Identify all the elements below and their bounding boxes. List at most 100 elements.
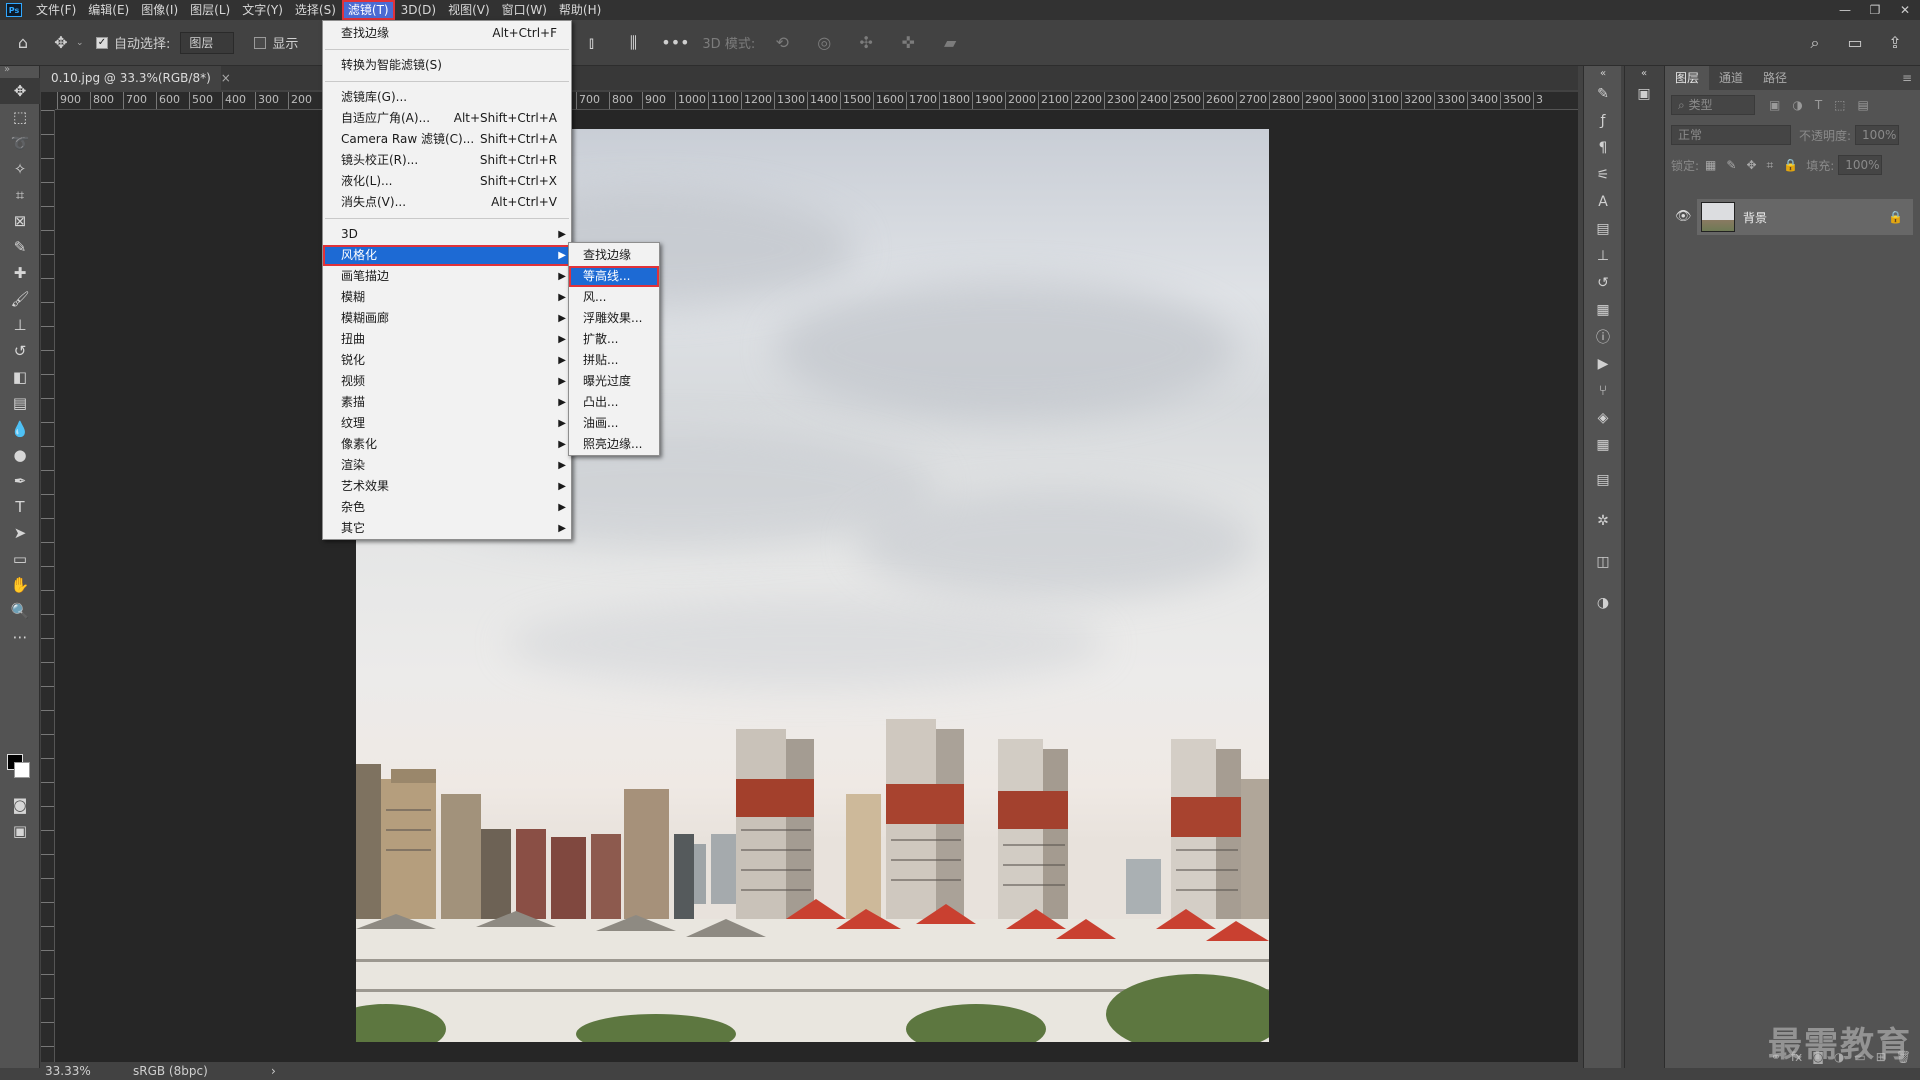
healing-brush-tool-icon[interactable]: ✚: [0, 260, 40, 286]
filter_menu-item[interactable]: 自适应广角(A)... Alt+Shift+Ctrl+A: [323, 108, 571, 129]
filter_menu-item[interactable]: 锐化 ▶: [323, 350, 571, 371]
marquee-tool-icon[interactable]: ⬚: [0, 104, 40, 130]
share-icon[interactable]: ⇪: [1880, 33, 1910, 52]
auto-select-target-dropdown[interactable]: 图层: [180, 31, 235, 54]
layer-comps-icon[interactable]: ▣: [1625, 80, 1663, 107]
zoom-level[interactable]: 33.33%: [41, 1064, 101, 1078]
properties-icon[interactable]: ▤: [1584, 215, 1622, 242]
stylize_menu-item[interactable]: 等高线...: [569, 266, 659, 287]
screen-mode-icon[interactable]: ▣: [0, 818, 40, 844]
brushes-icon[interactable]: ƒ: [1584, 107, 1622, 134]
paragraph-icon[interactable]: ¶: [1584, 134, 1622, 161]
filter_menu-item[interactable]: 视频 ▶: [323, 371, 571, 392]
lock-artboard-icon[interactable]: ⌗: [1767, 158, 1774, 173]
menu-2[interactable]: 图像(I): [135, 0, 184, 20]
filter_menu-item[interactable]: 杂色 ▶: [323, 497, 571, 518]
align-bottom-icon[interactable]: ⫾: [576, 33, 606, 53]
filter_menu-item[interactable]: 模糊 ▶: [323, 287, 571, 308]
filter_menu-item[interactable]: 查找边缘 Alt+Ctrl+F: [323, 23, 571, 44]
tab-channels[interactable]: 通道: [1709, 66, 1753, 90]
edit-toolbar-icon[interactable]: ⋯: [0, 624, 40, 650]
quick-mask-icon[interactable]: ◙: [0, 792, 40, 818]
stylize_menu-item[interactable]: 查找边缘: [569, 245, 659, 266]
filter_menu-item[interactable]: 液化(L)... Shift+Ctrl+X: [323, 171, 571, 192]
filter_menu-item[interactable]: 画笔描边 ▶: [323, 266, 571, 287]
3d-icon[interactable]: ◈: [1584, 404, 1622, 431]
clone-source-icon[interactable]: ⊥: [1584, 242, 1622, 269]
filter-adjustment-icon[interactable]: ◑: [1792, 98, 1802, 112]
collapse-icon[interactable]: «: [1584, 66, 1622, 80]
gradient-tool-icon[interactable]: ▤: [0, 390, 40, 416]
3d-pan-icon[interactable]: ✣: [851, 33, 881, 52]
filter_menu-item[interactable]: 3D ▶: [323, 224, 571, 245]
swatches-icon[interactable]: ◑: [1584, 589, 1622, 616]
stylize_menu-item[interactable]: 拼贴...: [569, 350, 659, 371]
dodge-tool-icon[interactable]: ●: [0, 442, 40, 468]
home-icon[interactable]: ⌂: [8, 33, 38, 52]
stylize_menu-item[interactable]: 风...: [569, 287, 659, 308]
document-tab[interactable]: 0.10.jpg @ 33.3%(RGB/8*) ×: [41, 66, 231, 90]
actions-icon[interactable]: ▶: [1584, 350, 1622, 377]
filter_menu-item[interactable]: 风格化 ▶: [323, 245, 571, 266]
eraser-tool-icon[interactable]: ◧: [0, 364, 40, 390]
stylize_menu-item[interactable]: 曝光过度: [569, 371, 659, 392]
stylize_menu-item[interactable]: 浮雕效果...: [569, 308, 659, 329]
menu-3[interactable]: 图层(L): [184, 0, 236, 20]
opacity-input[interactable]: 100%: [1855, 125, 1900, 145]
info-icon[interactable]: ⓘ: [1584, 323, 1622, 350]
blur-tool-icon[interactable]: 💧: [0, 416, 40, 442]
search-icon[interactable]: ⌕: [1800, 33, 1830, 53]
stylize_menu-item[interactable]: 照亮边缘...: [569, 434, 659, 455]
menu-10[interactable]: 帮助(H): [553, 0, 607, 20]
filter_menu-item[interactable]: 艺术效果 ▶: [323, 476, 571, 497]
filter_menu-item[interactable]: 模糊画廊 ▶: [323, 308, 571, 329]
canvas-area[interactable]: [55, 110, 1578, 1068]
filter_menu-item[interactable]: 其它 ▶: [323, 518, 571, 539]
panel-menu-icon[interactable]: ≡: [1902, 66, 1920, 90]
history-icon[interactable]: ↺: [1584, 269, 1622, 296]
stylize_menu-item[interactable]: 凸出...: [569, 392, 659, 413]
tab-layers[interactable]: 图层: [1665, 66, 1710, 90]
layer-filter-dropdown[interactable]: ⌕ 类型: [1671, 95, 1755, 115]
filter_menu-item[interactable]: 消失点(V)... Alt+Ctrl+V: [323, 192, 571, 213]
eyedropper-tool-icon[interactable]: ✎: [0, 234, 40, 260]
3d-roll-icon[interactable]: ◎: [809, 33, 839, 52]
filter_menu-item[interactable]: 纹理 ▶: [323, 413, 571, 434]
hand-tool-icon[interactable]: ✋: [0, 572, 40, 598]
zoom-tool-icon[interactable]: 🔍: [0, 598, 40, 624]
filter_menu-item[interactable]: 渲染 ▶: [323, 455, 571, 476]
lasso-tool-icon[interactable]: ➰: [0, 130, 40, 156]
distribute-icon[interactable]: ⫼: [618, 33, 648, 53]
move-tool-icon[interactable]: ✥: [46, 33, 76, 52]
collapse-icon[interactable]: «: [1625, 66, 1663, 80]
menu-1[interactable]: 编辑(E): [82, 0, 135, 20]
move-tool-icon[interactable]: ✥: [0, 78, 40, 104]
filter_menu-item[interactable]: 素描 ▶: [323, 392, 571, 413]
lock-transparent-icon[interactable]: ▦: [1705, 158, 1716, 173]
restore-button[interactable]: ❐: [1860, 0, 1890, 20]
menu-6[interactable]: 滤镜(T): [341, 0, 395, 20]
menu-5[interactable]: 选择(S): [289, 0, 342, 20]
stylize_menu-item[interactable]: 扩散...: [569, 329, 659, 350]
menu-9[interactable]: 窗口(W): [496, 0, 553, 20]
menu-0[interactable]: 文件(F): [30, 0, 82, 20]
lock-pixels-icon[interactable]: ✎: [1726, 158, 1736, 173]
menu-4[interactable]: 文字(Y): [236, 0, 289, 20]
close-button[interactable]: ✕: [1890, 0, 1920, 20]
brush-settings-icon[interactable]: ✎: [1584, 80, 1622, 107]
3d-orbit-icon[interactable]: ⟲: [767, 33, 797, 52]
filter-smart-icon[interactable]: ▤: [1858, 98, 1869, 112]
layer-row-background[interactable]: 背景 🔒: [1697, 199, 1913, 235]
visibility-eye-icon[interactable]: 👁: [1675, 209, 1692, 224]
filter_menu-item[interactable]: 滤镜库(G)...: [323, 87, 571, 108]
filter-type-icon[interactable]: T: [1815, 98, 1822, 112]
color-sampler-icon[interactable]: ✲: [1584, 507, 1622, 534]
type-tool-icon[interactable]: T: [0, 494, 40, 520]
adjustments-icon[interactable]: ⚟: [1584, 161, 1622, 188]
paths-icon[interactable]: ⑂: [1584, 377, 1622, 404]
stylize_menu-item[interactable]: 油画...: [569, 413, 659, 434]
3d-camera-icon[interactable]: ▰: [935, 33, 965, 52]
rectangle-tool-icon[interactable]: ▭: [0, 546, 40, 572]
character-icon[interactable]: A: [1584, 188, 1622, 215]
minimize-button[interactable]: —: [1830, 0, 1860, 20]
